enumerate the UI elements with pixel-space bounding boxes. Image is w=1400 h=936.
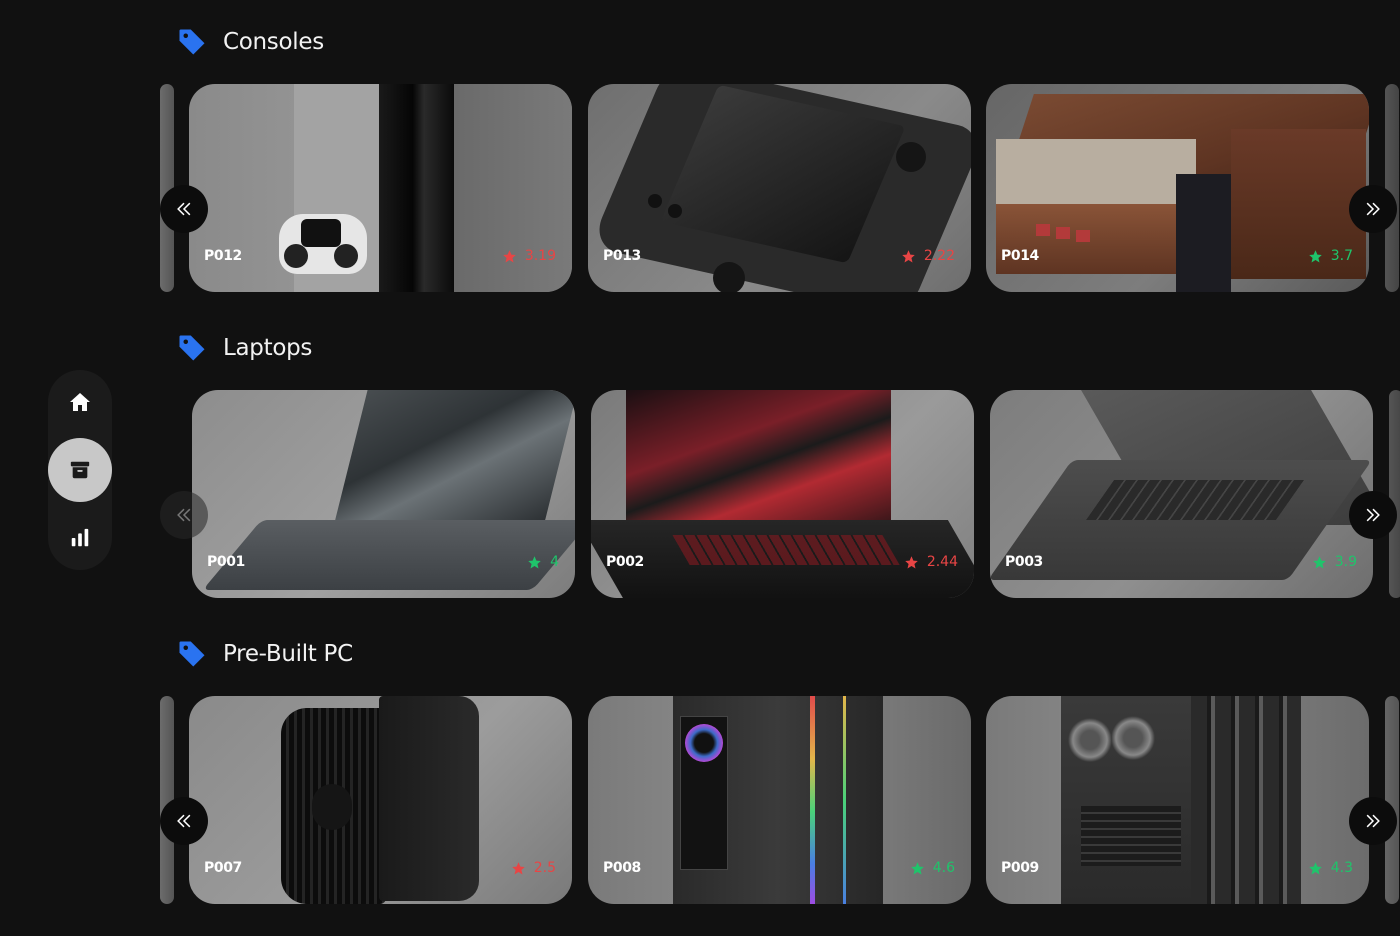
chevrons-right-icon <box>1366 202 1380 216</box>
product-card[interactable]: P002 2.44 <box>591 390 974 598</box>
section-laptops: Laptops P001 4 P002 2.44 P003 3.9 <box>160 330 1400 598</box>
star-icon <box>1308 861 1322 874</box>
rating-value: 4 <box>550 554 559 570</box>
sidebar-nav <box>48 370 112 570</box>
section-title-label: Pre-Built PC <box>223 641 353 667</box>
product-rating: 4 <box>527 554 559 570</box>
rating-value: 3.9 <box>1334 554 1357 570</box>
product-card-partial[interactable] <box>1389 390 1400 598</box>
tag-icon <box>179 335 205 361</box>
section-title: Laptops <box>177 330 312 366</box>
product-rating: 3.9 <box>1312 554 1357 570</box>
product-code: P002 <box>606 554 644 570</box>
section-title: Consoles <box>177 24 324 60</box>
rating-value: 2.22 <box>923 248 955 264</box>
rating-value: 2.5 <box>533 860 556 876</box>
product-card[interactable]: P008 4.6 <box>588 696 971 904</box>
star-icon <box>910 861 924 874</box>
carousel-next-button[interactable] <box>1349 185 1397 233</box>
product-code: P009 <box>1001 860 1039 876</box>
product-rating: 2.22 <box>901 248 955 264</box>
archive-icon <box>70 461 90 479</box>
product-card[interactable]: P013 2.22 <box>588 84 971 292</box>
carousel-next-button[interactable] <box>1349 797 1397 845</box>
star-icon <box>905 555 918 568</box>
product-card[interactable]: P001 4 <box>192 390 575 598</box>
star-icon <box>902 249 915 262</box>
product-card-partial[interactable] <box>1385 84 1399 292</box>
section-consoles: Consoles P012 3.19 P013 2.22 P014 3.7 <box>160 24 1400 292</box>
star-icon <box>528 555 541 568</box>
section-title-label: Laptops <box>223 335 313 361</box>
chevrons-right-icon <box>1366 814 1380 828</box>
chevrons-left-icon <box>177 508 191 522</box>
star-icon <box>503 249 516 262</box>
rating-value: 4.3 <box>1330 860 1353 876</box>
product-rating: 3.7 <box>1308 248 1353 264</box>
chevrons-left-icon <box>177 202 191 216</box>
chevrons-left-icon <box>177 814 191 828</box>
bar-chart-icon <box>71 528 89 547</box>
nav-products-button[interactable] <box>48 438 112 502</box>
product-code: P003 <box>1005 554 1043 570</box>
product-code: P013 <box>603 248 641 264</box>
nav-home-button[interactable] <box>48 370 112 434</box>
rating-value: 3.19 <box>524 248 556 264</box>
product-card[interactable]: P009 4.3 <box>986 696 1369 904</box>
product-code: P001 <box>207 554 245 570</box>
carousel-prev-button[interactable] <box>160 491 208 539</box>
rating-value: 3.7 <box>1330 248 1353 264</box>
rating-value: 2.44 <box>926 554 958 570</box>
product-rating: 4.3 <box>1308 860 1353 876</box>
product-code: P012 <box>204 248 242 264</box>
chevrons-right-icon <box>1366 508 1380 522</box>
rating-value: 4.6 <box>932 860 955 876</box>
section-title: Pre-Built PC <box>177 636 353 672</box>
star-icon <box>1308 249 1322 262</box>
product-code: P007 <box>204 860 242 876</box>
product-code: P008 <box>603 860 641 876</box>
section-title-label: Consoles <box>223 29 324 55</box>
nav-stats-button[interactable] <box>48 506 112 570</box>
product-code: P014 <box>1001 248 1039 264</box>
product-card[interactable]: P012 3.19 <box>189 84 572 292</box>
product-card[interactable]: P003 3.9 <box>990 390 1373 598</box>
star-icon <box>511 861 525 874</box>
home-icon <box>70 393 90 411</box>
product-image <box>192 390 575 598</box>
product-card[interactable]: P014 3.7 <box>986 84 1369 292</box>
star-icon <box>1312 555 1326 568</box>
product-rating: 2.5 <box>511 860 556 876</box>
product-card[interactable]: P007 2.5 <box>189 696 572 904</box>
product-card-partial[interactable] <box>1385 696 1399 904</box>
product-rating: 2.44 <box>904 554 958 570</box>
product-rating: 4.6 <box>910 860 955 876</box>
section-prebuilt-pc: Pre-Built PC P007 2.5 P008 4.6 P009 4.3 <box>160 636 1400 904</box>
product-rating: 3.19 <box>502 248 556 264</box>
tag-icon <box>179 29 205 55</box>
carousel-prev-button[interactable] <box>160 797 208 845</box>
carousel-prev-button[interactable] <box>160 185 208 233</box>
tag-icon <box>179 641 205 667</box>
carousel-next-button[interactable] <box>1349 491 1397 539</box>
